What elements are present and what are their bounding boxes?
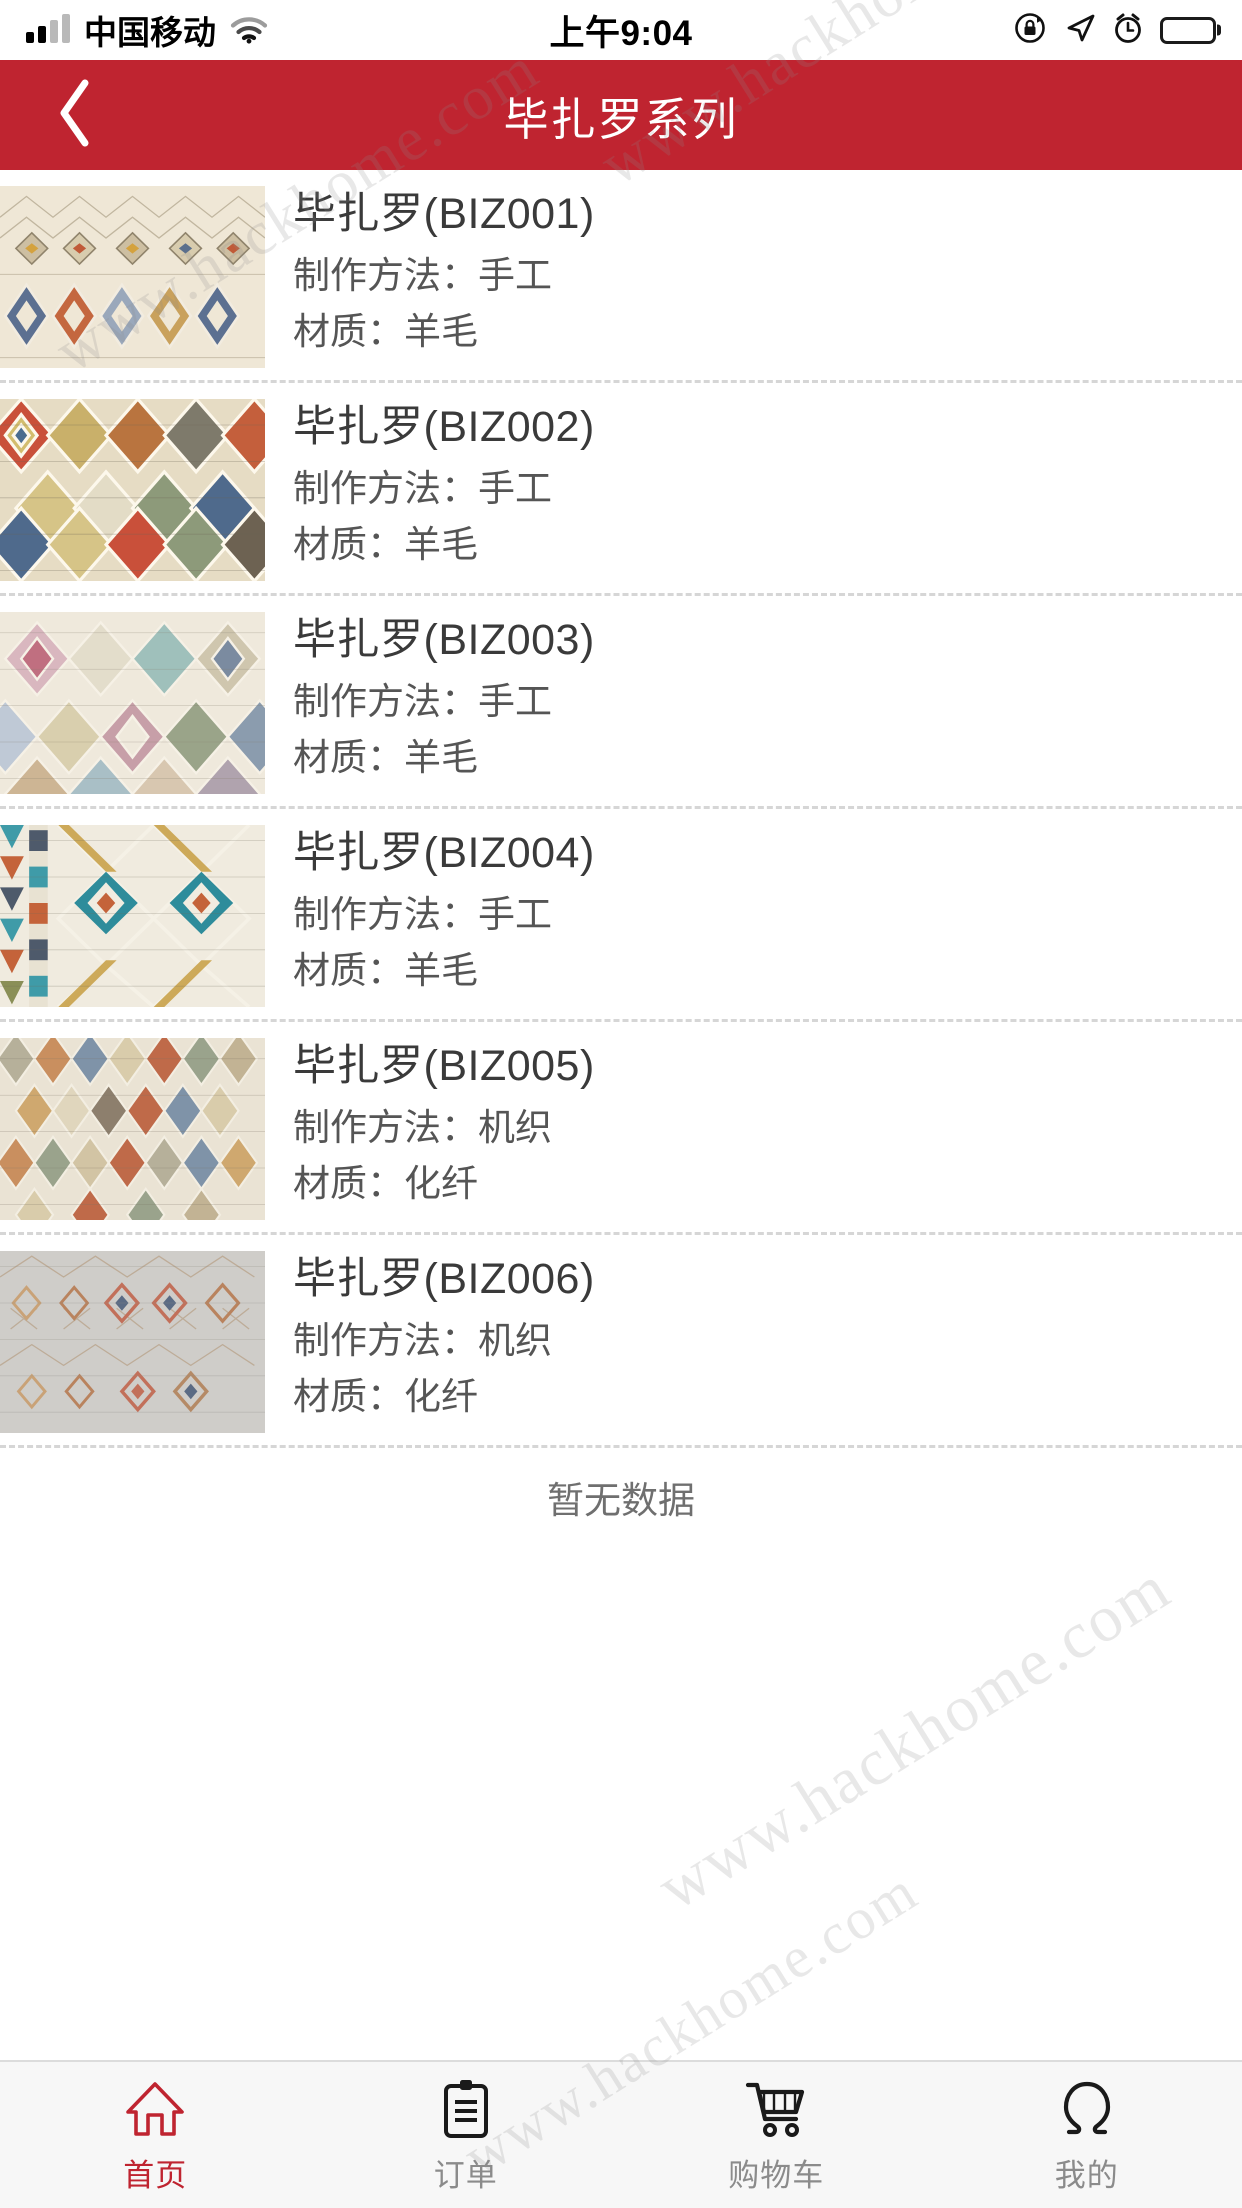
home-icon <box>124 2076 186 2142</box>
nav-header: 毕扎罗系列 <box>0 60 1242 170</box>
list-item[interactable]: 毕扎罗(BIZ005) 制作方法：机织 材质：化纤 <box>0 1022 1242 1232</box>
product-thumbnail <box>0 186 265 368</box>
tab-bar: 首页 订单 购物车 我的 <box>0 2060 1242 2208</box>
person-icon <box>1059 2076 1115 2142</box>
tab-home-label: 首页 <box>123 2157 188 2193</box>
tab-home[interactable]: 首页 <box>0 2062 311 2208</box>
product-thumbnail <box>0 612 265 794</box>
tab-profile[interactable]: 我的 <box>932 2062 1242 2208</box>
clipboard-icon <box>440 2076 492 2142</box>
product-info: 毕扎罗(BIZ005) 制作方法：机织 材质：化纤 <box>265 1038 1242 1207</box>
product-thumbnail <box>0 399 265 581</box>
product-thumbnail <box>0 1251 265 1433</box>
product-info: 毕扎罗(BIZ001) 制作方法：手工 材质：羊毛 <box>265 186 1242 355</box>
product-title: 毕扎罗(BIZ006) <box>293 1255 595 1303</box>
app-screen: 中国移动 上午9:04 毕扎罗系列 毕扎罗(BIZ001) 制作方法：手工 材质… <box>0 0 1242 2208</box>
product-title: 毕扎罗(BIZ005) <box>293 1042 595 1090</box>
rug-biz006-image <box>0 1251 265 1433</box>
list-end-note: 暂无数据 <box>547 1480 695 1521</box>
cart-icon <box>744 2076 808 2142</box>
product-title: 毕扎罗(BIZ004) <box>293 829 595 877</box>
status-bar-right <box>1013 11 1216 50</box>
list-item[interactable]: 毕扎罗(BIZ002) 制作方法：手工 材质：羊毛 <box>0 383 1242 593</box>
product-method: 制作方法：机织 <box>293 1107 552 1149</box>
product-material: 材质：羊毛 <box>293 736 478 778</box>
tab-orders[interactable]: 订单 <box>311 2062 622 2208</box>
product-title: 毕扎罗(BIZ002) <box>293 403 595 451</box>
product-method: 制作方法：手工 <box>293 681 552 723</box>
rotation-lock-icon <box>1013 11 1047 50</box>
rug-biz005-image <box>0 1038 265 1220</box>
tab-cart-label: 购物车 <box>728 2157 825 2193</box>
status-bar: 中国移动 上午9:04 <box>0 0 1242 60</box>
rug-biz003-image <box>0 612 265 794</box>
alarm-clock-icon <box>1113 12 1143 49</box>
product-title: 毕扎罗(BIZ003) <box>293 616 595 664</box>
rug-biz004-image <box>0 825 265 1007</box>
product-info: 毕扎罗(BIZ002) 制作方法：手工 材质：羊毛 <box>265 399 1242 568</box>
product-method: 制作方法：机织 <box>293 1320 552 1362</box>
location-arrow-icon <box>1064 12 1096 49</box>
battery-icon <box>1160 16 1216 44</box>
product-info: 毕扎罗(BIZ003) 制作方法：手工 材质：羊毛 <box>265 612 1242 781</box>
product-material: 材质：羊毛 <box>293 310 478 352</box>
product-info: 毕扎罗(BIZ004) 制作方法：手工 材质：羊毛 <box>265 825 1242 994</box>
product-method: 制作方法：手工 <box>293 894 552 936</box>
rug-biz002-image <box>0 399 265 581</box>
product-list[interactable]: 毕扎罗(BIZ001) 制作方法：手工 材质：羊毛 毕扎罗(BIZ002) 制作… <box>0 170 1242 2060</box>
chevron-left-icon <box>52 76 98 155</box>
product-title: 毕扎罗(BIZ001) <box>293 190 595 238</box>
tab-cart[interactable]: 购物车 <box>621 2062 932 2208</box>
product-material: 材质：羊毛 <box>293 523 478 565</box>
list-item[interactable]: 毕扎罗(BIZ006) 制作方法：机织 材质：化纤 <box>0 1235 1242 1445</box>
product-thumbnail <box>0 825 265 1007</box>
product-material: 材质：化纤 <box>293 1375 478 1417</box>
page-title: 毕扎罗系列 <box>503 93 739 145</box>
list-item[interactable]: 毕扎罗(BIZ001) 制作方法：手工 材质：羊毛 <box>0 170 1242 380</box>
list-item[interactable]: 毕扎罗(BIZ004) 制作方法：手工 材质：羊毛 <box>0 809 1242 1019</box>
tab-orders-label: 订单 <box>433 2157 498 2193</box>
back-button[interactable] <box>0 60 150 170</box>
rug-biz001-image <box>0 186 265 368</box>
product-method: 制作方法：手工 <box>293 255 552 297</box>
product-material: 材质：羊毛 <box>293 949 478 991</box>
product-info: 毕扎罗(BIZ006) 制作方法：机织 材质：化纤 <box>265 1251 1242 1420</box>
list-item[interactable]: 毕扎罗(BIZ003) 制作方法：手工 材质：羊毛 <box>0 596 1242 806</box>
product-method: 制作方法：手工 <box>293 468 552 510</box>
product-thumbnail <box>0 1038 265 1220</box>
tab-profile-label: 我的 <box>1054 2157 1119 2193</box>
product-material: 材质：化纤 <box>293 1162 478 1204</box>
